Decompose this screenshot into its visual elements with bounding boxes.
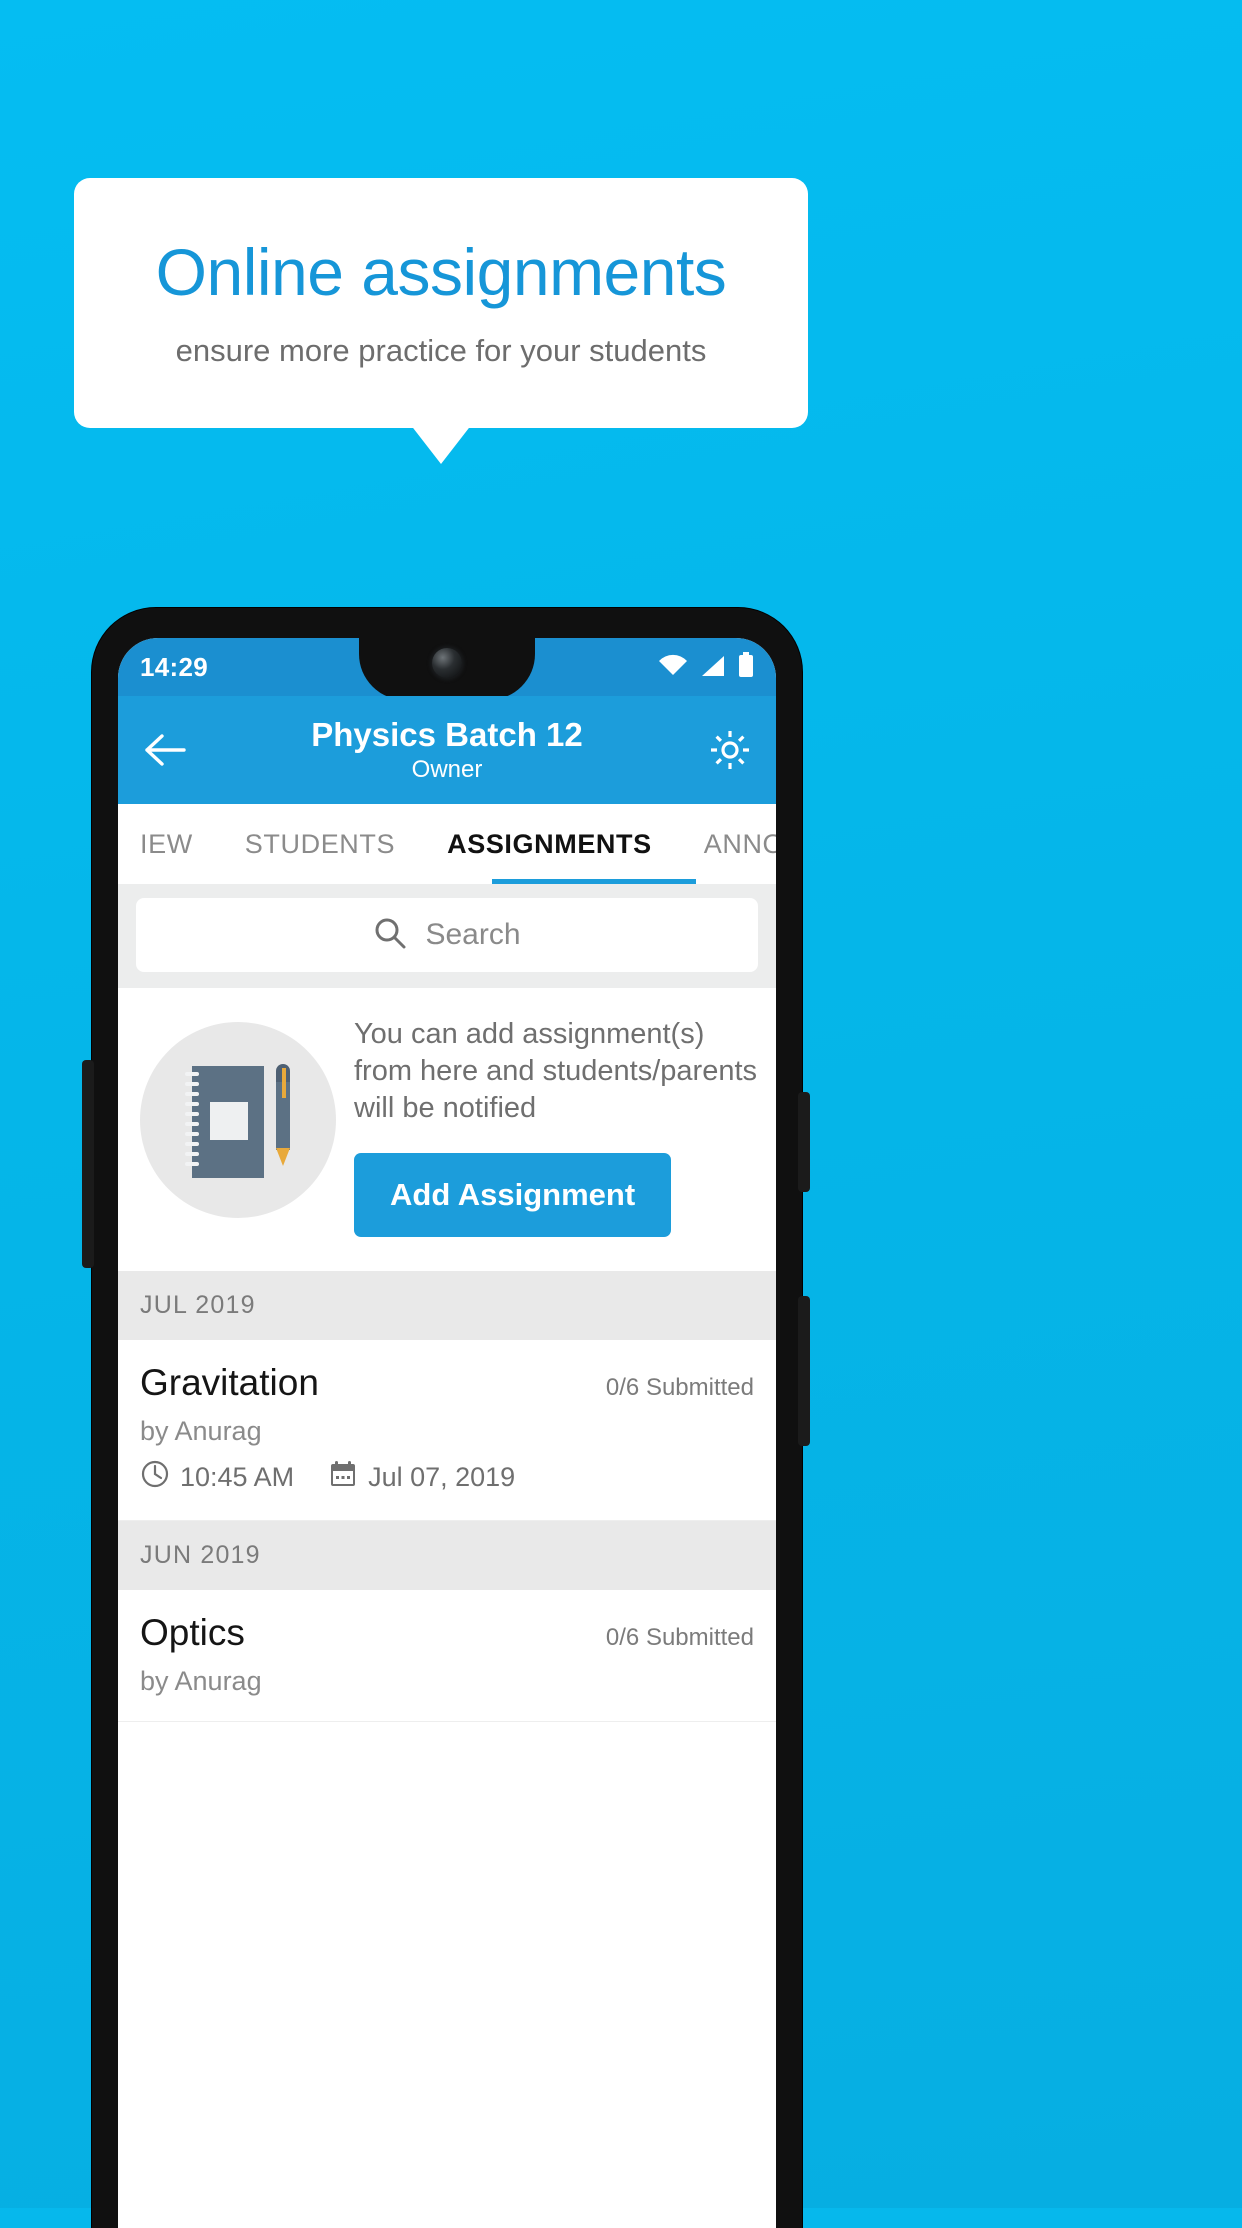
assignment-time: 10:45 AM xyxy=(180,1462,295,1493)
phone-power-button xyxy=(798,1092,810,1192)
app-bar: Physics Batch 12 Owner xyxy=(118,696,776,804)
table-row[interactable]: Gravitation 0/6 Submitted by Anurag 10:4… xyxy=(118,1340,776,1522)
pen-clip xyxy=(282,1068,286,1098)
clock-icon xyxy=(140,1459,170,1496)
page-subheading: Owner xyxy=(411,756,483,784)
status-badge: 0/6 Submitted xyxy=(605,1374,754,1402)
section-header-jul: JUL 2019 xyxy=(118,1271,776,1341)
callout-tail xyxy=(410,424,472,464)
front-camera xyxy=(432,648,462,678)
phone-notch xyxy=(359,638,535,700)
notebook-window xyxy=(210,1102,248,1140)
status-icons xyxy=(658,651,754,683)
notebook-shape xyxy=(185,1066,264,1178)
search-icon xyxy=(373,916,407,955)
phone-side-button xyxy=(82,1060,94,1268)
phone-screen: 14:29 Physics Batch 12 Owner IEW STUDENT… xyxy=(118,638,776,2228)
search-input[interactable]: Search xyxy=(136,898,758,972)
table-row[interactable]: Optics 0/6 Submitted by Anurag xyxy=(118,1590,776,1723)
tab-students[interactable]: STUDENTS xyxy=(245,829,395,860)
assignment-meta: 10:45 AM Jul 07, 2019 xyxy=(140,1459,754,1496)
notebook-pen-icon xyxy=(140,1022,336,1218)
tab-assignments[interactable]: ASSIGNMENTS xyxy=(447,829,652,860)
section-header-jun: JUN 2019 xyxy=(118,1521,776,1591)
empty-state-message: You can add assignment(s) from here and … xyxy=(354,1018,758,1125)
tab-bar[interactable]: IEW STUDENTS ASSIGNMENTS ANNOUNCEM xyxy=(118,804,776,884)
assignment-author: by Anurag xyxy=(140,1416,262,1447)
search-placeholder: Search xyxy=(425,918,521,951)
wifi-icon xyxy=(658,654,688,683)
tab-overview[interactable]: IEW xyxy=(140,829,193,860)
app-bar-titles: Physics Batch 12 Owner xyxy=(118,716,776,784)
row-header: Optics 0/6 Submitted xyxy=(140,1612,754,1654)
assignment-date: Jul 07, 2019 xyxy=(368,1462,516,1493)
status-bar: 14:29 xyxy=(118,638,776,700)
tab-announcements[interactable]: ANNOUNCEM xyxy=(704,829,776,860)
pen-nib xyxy=(276,1148,290,1166)
empty-state-card: You can add assignment(s) from here and … xyxy=(118,988,776,1272)
battery-icon xyxy=(738,651,754,683)
assignment-author: by Anurag xyxy=(140,1666,262,1697)
page-subtitle: ensure more practice for your students xyxy=(175,333,707,368)
assignment-title: Optics xyxy=(140,1612,245,1654)
empty-state-content: You can add assignment(s) from here and … xyxy=(354,1016,758,1238)
back-arrow-icon[interactable] xyxy=(142,727,188,773)
calendar-icon xyxy=(328,1459,358,1496)
search-container: Search xyxy=(118,884,776,988)
phone-volume-button xyxy=(798,1296,810,1446)
signal-icon xyxy=(700,654,726,683)
phone-mockup: 14:29 Physics Batch 12 Owner IEW STUDENT… xyxy=(82,608,810,2228)
row-header: Gravitation 0/6 Submitted xyxy=(140,1362,754,1404)
promo-callout-card: Online assignments ensure more practice … xyxy=(74,178,808,428)
assignment-title: Gravitation xyxy=(140,1362,319,1404)
gear-icon[interactable] xyxy=(706,726,754,774)
status-time: 14:29 xyxy=(140,651,208,682)
page-title: Online assignments xyxy=(155,235,727,309)
status-badge: 0/6 Submitted xyxy=(605,1624,754,1652)
page-heading: Physics Batch 12 xyxy=(311,716,583,754)
add-assignment-button[interactable]: Add Assignment xyxy=(354,1153,672,1238)
active-tab-indicator xyxy=(492,879,696,884)
